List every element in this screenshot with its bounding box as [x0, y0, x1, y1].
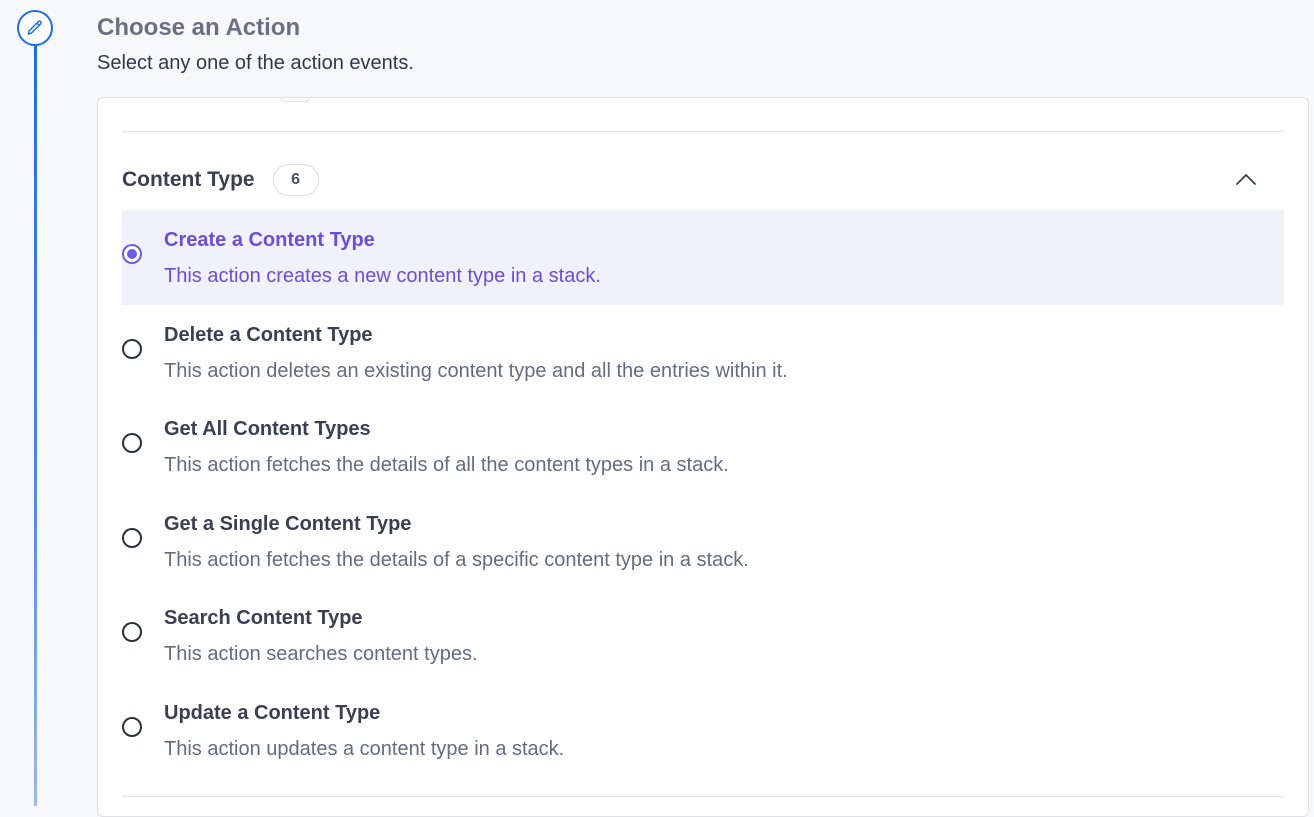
pencil-icon: [27, 20, 42, 35]
divider: [122, 131, 1284, 132]
action-option-description: This action creates a new content type i…: [164, 265, 601, 287]
action-option-title: Delete a Content Type: [164, 323, 373, 346]
action-option-title: Get a Single Content Type: [164, 512, 412, 535]
action-option[interactable]: Get a Single Content Type This action fe…: [122, 494, 1284, 589]
action-option-title: Search Content Type: [164, 607, 363, 629]
action-option[interactable]: Update a Content Type This action update…: [122, 683, 1284, 778]
action-options-list: Create a Content Type This action create…: [122, 210, 1284, 777]
divider: [122, 796, 1284, 797]
step-indicator: [17, 10, 53, 46]
radio-button[interactable]: [122, 716, 142, 737]
action-option-description: This action fetches the details of all t…: [164, 454, 729, 476]
group-title: Content Type: [122, 168, 255, 191]
radio-button[interactable]: [122, 244, 142, 264]
action-option[interactable]: Search Content Type This action searches…: [122, 588, 1284, 683]
page-title: Choose an Action: [97, 14, 301, 41]
radio-button[interactable]: [122, 622, 142, 642]
radio-button[interactable]: [122, 527, 142, 548]
section-header: Choose an Action Select any one of the a…: [97, 12, 414, 76]
action-option-description: This action searches content types.: [164, 643, 478, 665]
count-badge: 6: [272, 164, 319, 196]
action-option[interactable]: Create a Content Type This action create…: [122, 210, 1284, 305]
action-option-description: This action deletes an existing content …: [164, 359, 788, 382]
radio-button[interactable]: [122, 338, 142, 359]
action-option-description: This action fetches the details of a spe…: [164, 548, 749, 571]
action-option[interactable]: Delete a Content Type This action delete…: [122, 305, 1284, 400]
collapse-button[interactable]: [1232, 166, 1260, 194]
action-option-description: This action updates a content type in a …: [164, 737, 565, 760]
radio-button[interactable]: [122, 433, 142, 453]
group-header-content-type[interactable]: Content Type 6: [122, 162, 1284, 198]
chevron-up-icon: [1236, 174, 1256, 185]
action-option-title: Create a Content Type: [164, 229, 375, 251]
previous-group-badge-partial: [279, 98, 311, 102]
action-option-title: Update a Content Type: [164, 701, 381, 724]
action-option[interactable]: Get All Content Types This action fetche…: [122, 399, 1284, 494]
step-connector-line: [34, 46, 37, 806]
action-option-title: Get All Content Types: [164, 418, 371, 440]
page-subtitle: Select any one of the action events.: [97, 52, 414, 74]
action-list-card: Content Type 6 Create a Content Type Thi…: [97, 97, 1309, 817]
